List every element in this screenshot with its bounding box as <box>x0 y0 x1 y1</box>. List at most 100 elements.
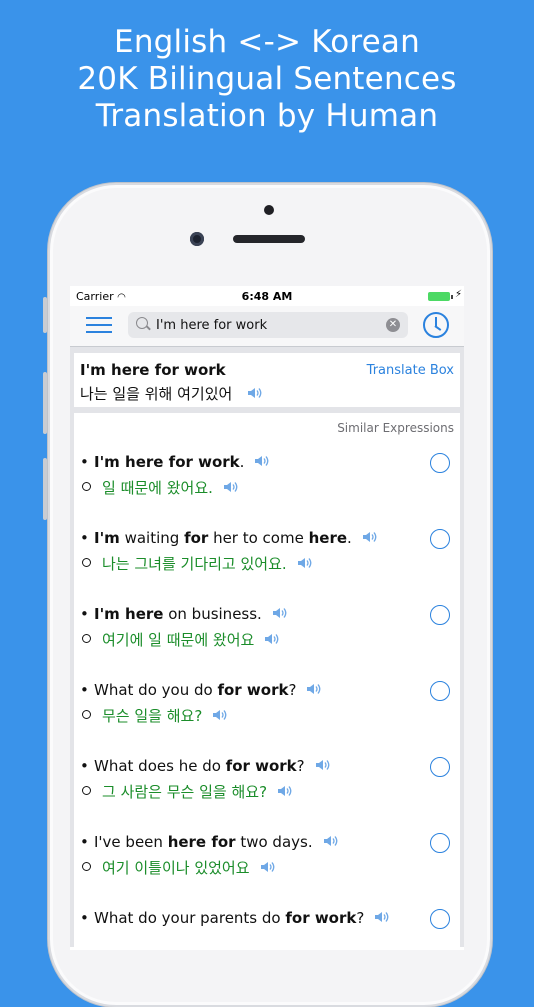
sentence-text: . <box>347 529 352 547</box>
korean-text: 일 때문에 왔어요. <box>102 479 213 497</box>
matched-term: for work <box>217 681 289 699</box>
speaker-icon[interactable] <box>223 480 239 494</box>
clear-icon[interactable]: ✕ <box>386 318 400 332</box>
radio-icon[interactable] <box>430 681 450 701</box>
list-item[interactable]: • I'm here for work. 일 때문에 왔어요. <box>80 453 450 498</box>
korean-text: 그 사람은 무슨 일을 해요? <box>102 783 268 801</box>
korean-sentence: 여기에 일 때문에 왔어요 <box>80 629 450 650</box>
speaker-icon[interactable] <box>247 386 263 400</box>
proximity-sensor <box>264 205 274 215</box>
list-item[interactable]: • What do your parents do for work? <box>80 909 450 929</box>
matched-term: here <box>308 529 348 547</box>
korean-sentence: 나는 그녀를 기다리고 있어요. <box>80 553 450 574</box>
headline: English <-> Korean 20K Bilingual Sentenc… <box>0 24 534 135</box>
korean-text: 여기에 일 때문에 왔어요 <box>102 631 255 649</box>
translated-sentence: 나는 일을 위해 여기있어 <box>80 383 263 404</box>
radio-icon[interactable] <box>430 909 450 929</box>
menu-icon[interactable] <box>86 317 112 335</box>
headline-line-3: Translation by Human <box>95 98 439 134</box>
radio-icon[interactable] <box>430 833 450 853</box>
volume-down-button <box>43 458 47 520</box>
sentence-text: What do your parents do <box>94 909 286 927</box>
history-icon[interactable] <box>423 312 449 338</box>
search-icon <box>136 317 148 329</box>
translation-card: I'm here for work 나는 일을 위해 여기있어 Translat… <box>74 353 460 407</box>
korean-sentence: 여기 이틀이나 있었어요 <box>80 857 450 878</box>
list-item[interactable]: • I'm waiting for her to come here. 나는 그녀를… <box>80 529 450 574</box>
bullet: • <box>80 757 89 775</box>
english-sentence: • I've been here for two days. <box>80 833 450 851</box>
korean-text: 나는 그녀를 기다리고 있어요. <box>102 555 287 573</box>
speaker-icon[interactable] <box>272 606 288 620</box>
matched-term: for work <box>285 909 357 927</box>
status-time: 6:48 AM <box>241 290 293 303</box>
english-sentence: • I'm here for work. <box>80 453 450 471</box>
sentence-text: I've been <box>94 833 168 851</box>
charging-icon: ⚡ <box>454 289 462 300</box>
matched-term: here for <box>167 833 236 851</box>
english-sentence: • What do your parents do for work? <box>80 909 450 927</box>
list-item[interactable]: • What does he do for work? 그 사람은 무슨 일을 해요… <box>80 757 450 802</box>
sub-bullet <box>82 710 91 719</box>
sentence-text: What do you do <box>94 681 218 699</box>
sub-bullet <box>82 862 91 871</box>
speaker-icon[interactable] <box>254 454 270 468</box>
speaker-icon[interactable] <box>362 530 378 544</box>
matched-term: I'm here for work <box>94 453 240 471</box>
radio-icon[interactable] <box>430 605 450 625</box>
english-sentence: • I'm waiting for her to come here. <box>80 529 450 547</box>
sub-bullet <box>82 634 91 643</box>
similar-expressions-card: Similar Expressions • I'm here for work. 일… <box>74 413 460 950</box>
speaker-icon[interactable] <box>315 758 331 772</box>
battery-icon <box>428 292 453 301</box>
radio-icon[interactable] <box>430 757 450 777</box>
sentence-text: ? <box>296 757 305 775</box>
headline-line-1: English <-> Korean <box>114 24 420 60</box>
source-sentence: I'm here for work <box>80 361 226 379</box>
speaker-icon[interactable] <box>323 834 339 848</box>
matched-term: for work <box>225 757 297 775</box>
sentence-text: . <box>239 453 245 471</box>
nav-bar: ✕ <box>70 306 464 347</box>
radio-icon[interactable] <box>430 453 450 473</box>
sentence-text: ? <box>356 909 365 927</box>
status-bar: Carrier ◠ 6:48 AM ⚡ <box>70 286 464 306</box>
matched-term: for <box>184 529 209 547</box>
headline-line-2: 20K Bilingual Sentences <box>77 61 457 97</box>
phone-screen: Carrier ◠ 6:48 AM ⚡ ✕ I'm here for work … <box>70 286 464 950</box>
bullet: • <box>80 453 89 471</box>
mute-switch <box>43 297 47 333</box>
results-area: I'm here for work 나는 일을 위해 여기있어 Translat… <box>70 347 464 950</box>
korean-text: 무슨 일을 해요? <box>102 707 203 725</box>
speaker-icon[interactable] <box>212 708 228 722</box>
english-sentence: • What do you do for work? <box>80 681 450 699</box>
korean-sentence: 무슨 일을 해요? <box>80 705 450 726</box>
bullet: • <box>80 605 89 623</box>
sub-bullet <box>82 482 91 491</box>
english-sentence: • What does he do for work? <box>80 757 450 775</box>
sentence-text: on business. <box>163 605 262 623</box>
list-item[interactable]: • I've been here for two days. 여기 이틀이나 있었어… <box>80 833 450 878</box>
speaker-icon[interactable] <box>260 860 276 874</box>
radio-icon[interactable] <box>430 529 450 549</box>
speaker-icon[interactable] <box>264 632 280 646</box>
sub-bullet <box>82 558 91 567</box>
matched-term: I'm <box>94 529 120 547</box>
translated-text: 나는 일을 위해 여기있어 <box>80 385 233 403</box>
speaker-icon[interactable] <box>277 784 293 798</box>
volume-up-button <box>43 372 47 434</box>
translate-box-link[interactable]: Translate Box <box>367 363 454 378</box>
speaker-icon[interactable] <box>306 682 322 696</box>
sentence-text: What does he do <box>94 757 226 775</box>
sentence-text: two days. <box>235 833 313 851</box>
korean-sentence: 그 사람은 무슨 일을 해요? <box>80 781 450 802</box>
speaker-icon[interactable] <box>374 910 390 924</box>
search-input[interactable] <box>156 315 381 335</box>
list-item[interactable]: • What do you do for work? 무슨 일을 해요? <box>80 681 450 726</box>
speaker-icon[interactable] <box>297 556 313 570</box>
korean-text: 여기 이틀이나 있었어요 <box>102 859 250 877</box>
search-bar[interactable]: ✕ <box>128 312 408 338</box>
sentence-text: her to come <box>208 529 309 547</box>
sub-bullet <box>82 786 91 795</box>
list-item[interactable]: • I'm here on business. 여기에 일 때문에 왔어요 <box>80 605 450 650</box>
